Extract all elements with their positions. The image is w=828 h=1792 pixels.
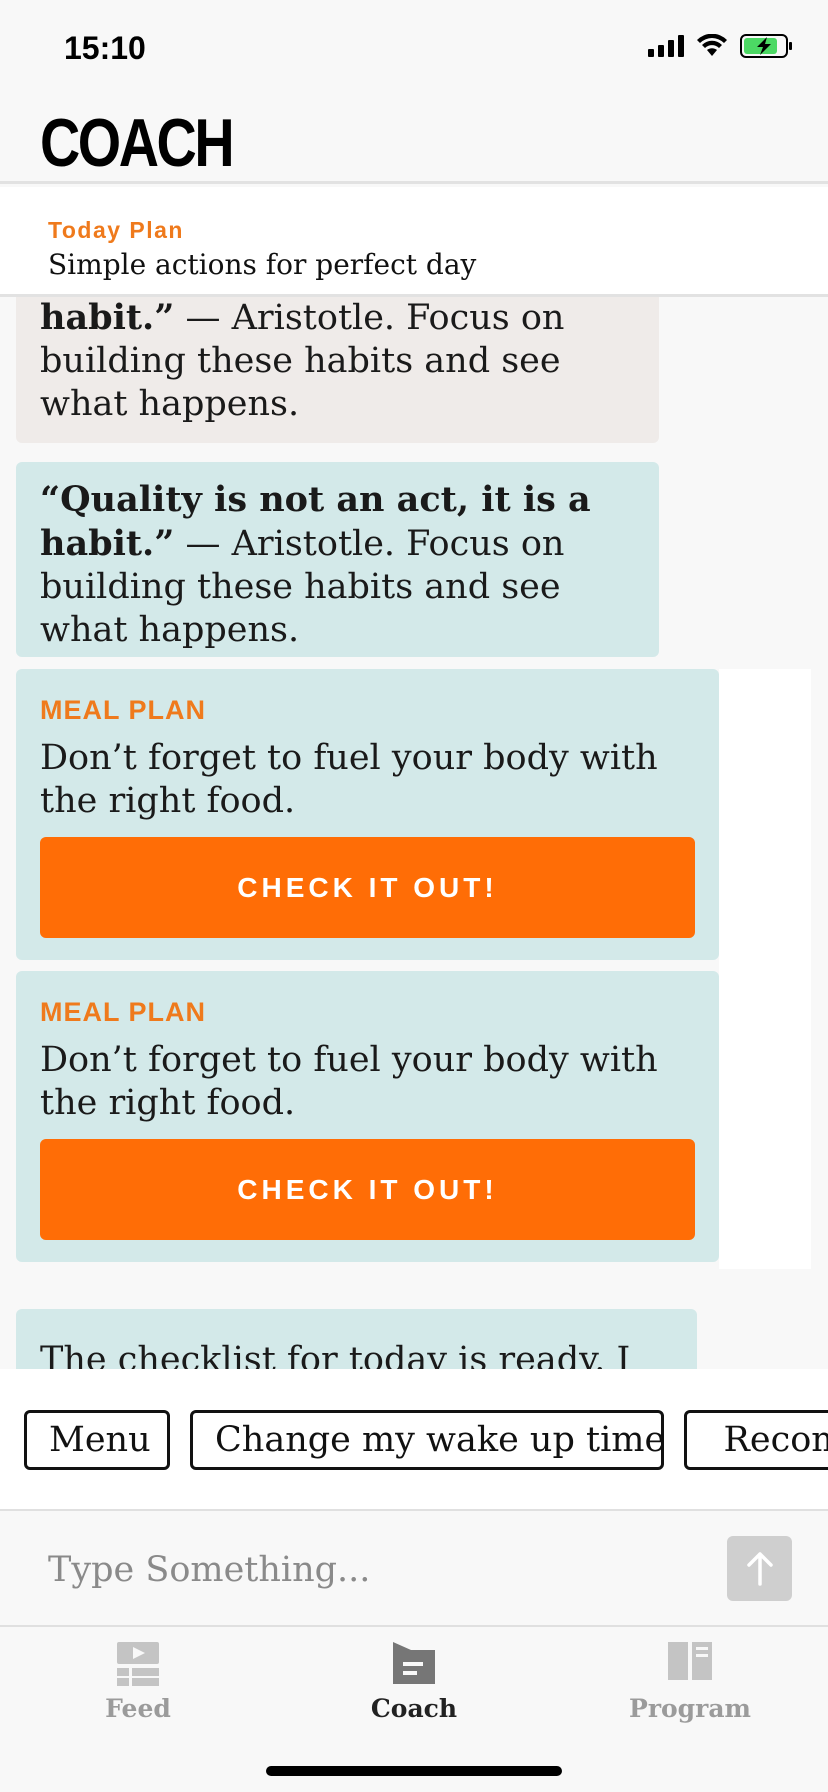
card-label: MEAL PLAN — [40, 695, 207, 725]
message-input[interactable] — [48, 1542, 708, 1598]
quote-message-bubble: “Quality is not an act, it is a habit.” … — [16, 297, 659, 443]
message-input-bar — [0, 1512, 828, 1627]
quote-message-text: habit.” — Aristotle. Focus on building t… — [40, 297, 635, 426]
feed-icon — [117, 1642, 159, 1686]
tab-coach-label: Coach — [370, 1694, 458, 1723]
quote-message-text: “Quality is not an act, it is a habit.” … — [40, 478, 635, 652]
tab-feed[interactable]: Feed — [0, 1628, 276, 1728]
quick-reply-menu[interactable]: Menu — [24, 1410, 170, 1470]
tab-coach[interactable]: Coach — [276, 1628, 552, 1728]
quick-reply-change-wake-up-time[interactable]: Change my wake up time — [190, 1410, 665, 1470]
cellular-signal-icon — [648, 35, 684, 57]
battery-charging-icon — [740, 34, 792, 58]
card-label: MEAL PLAN — [40, 997, 207, 1027]
card-text: Don’t forget to fuel your body with the … — [40, 1040, 658, 1123]
coach-icon — [393, 1642, 435, 1684]
send-button[interactable] — [727, 1536, 792, 1601]
status-time: 15:10 — [64, 30, 146, 66]
tab-feed-label: Feed — [105, 1694, 171, 1723]
today-plan-label: Today Plan — [48, 217, 184, 243]
checklist-message-bubble: The checklist for today is ready. I — [16, 1309, 697, 1369]
card-text: Don’t forget to fuel your body with the … — [40, 738, 658, 821]
program-icon — [668, 1642, 712, 1680]
status-icons — [648, 34, 794, 58]
check-it-out-button[interactable]: CHECK IT OUT! — [40, 1139, 695, 1240]
home-indicator[interactable] — [266, 1766, 562, 1776]
meal-plan-card: MEAL PLAN Don’t forget to fuel your body… — [16, 669, 719, 960]
quick-replies[interactable]: Menu Change my wake up time Recom — [0, 1369, 828, 1511]
quote-message-bubble: “Quality is not an act, it is a habit.” … — [16, 462, 659, 657]
arrow-up-icon — [746, 1551, 773, 1586]
page-title: COACH — [40, 105, 235, 181]
today-plan-subtitle: Simple actions for perfect day — [48, 248, 477, 281]
card-side-panel — [719, 669, 811, 1269]
chat-area[interactable]: “Quality is not an act, it is a habit.” … — [0, 297, 828, 1369]
quote-bold: habit.” — [40, 297, 175, 338]
check-it-out-button[interactable]: CHECK IT OUT! — [40, 837, 695, 938]
app-header: COACH — [0, 96, 828, 184]
tab-program[interactable]: Program — [552, 1628, 828, 1728]
meal-plan-card: MEAL PLAN Don’t forget to fuel your body… — [16, 971, 719, 1262]
tab-program-label: Program — [629, 1694, 751, 1723]
wifi-icon — [697, 34, 727, 56]
today-plan-banner[interactable]: Today Plan Simple actions for perfect da… — [0, 187, 828, 297]
status-bar: 15:10 — [0, 0, 828, 96]
quick-reply-recommend[interactable]: Recom — [684, 1410, 828, 1470]
checklist-message-text: The checklist for today is ready. I — [40, 1340, 631, 1369]
